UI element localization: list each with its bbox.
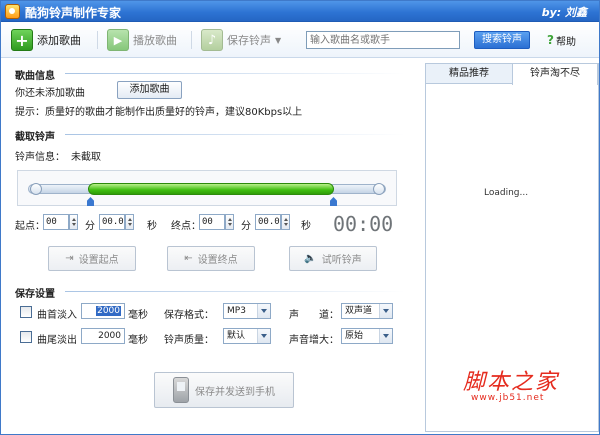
quality-value: 默认 (227, 331, 246, 341)
quality-label: 铃声质量： (164, 335, 214, 346)
channel-select[interactable]: 双声道 (341, 303, 393, 319)
save-settings-heading: 保存设置 (15, 289, 55, 300)
ms-unit: 毫秒 (128, 310, 148, 321)
start-marker-handle[interactable] (87, 197, 94, 206)
toolbar-divider (191, 31, 192, 49)
end-minute-stepper[interactable] (225, 214, 234, 230)
format-select[interactable]: MP3 (223, 303, 271, 319)
add-song-button[interactable]: + 添加歌曲 (11, 29, 81, 51)
set-start-label: 设置起点 (78, 255, 119, 266)
app-logo-icon (5, 4, 20, 19)
section-divider (65, 291, 405, 292)
save-send-phone-button[interactable]: 保存并发送到手机 (154, 372, 294, 408)
app-window: 酷狗铃声制作专家 by: 刘鑫 + 添加歌曲 ▶ 播放歌曲 ♪ 保存铃声 ▼ 搜… (0, 0, 600, 435)
selection-range[interactable] (88, 183, 334, 195)
channel-value: 双声道 (345, 306, 373, 316)
watermark-url: www.jb51.net (471, 393, 545, 403)
speaker-icon: 🔈 (304, 253, 317, 264)
format-label: 保存格式： (164, 310, 214, 321)
save-ringtone-label: 保存铃声 (227, 34, 271, 47)
fade-in-input[interactable]: 2000 (81, 303, 125, 319)
start-minute-input[interactable]: 00 (43, 214, 69, 230)
song-status-text: 你还未添加歌曲 (15, 88, 85, 99)
volume-value: 原始 (345, 331, 364, 341)
fade-in-checkbox[interactable] (20, 306, 32, 318)
fade-out-input[interactable]: 2000 (81, 328, 125, 344)
set-start-button[interactable]: ⇥ 设置起点 (48, 246, 136, 271)
playhead-knob[interactable] (30, 183, 42, 195)
end-second-stepper[interactable] (281, 214, 290, 230)
start-minute-stepper[interactable] (69, 214, 78, 230)
question-mark-icon: ? (547, 33, 554, 47)
set-end-button[interactable]: ⇤ 设置终点 (167, 246, 255, 271)
ringtone-info-label: 铃声信息： (15, 152, 65, 163)
start-label: 起点： (15, 221, 45, 232)
title-bar[interactable]: 酷狗铃声制作专家 by: 刘鑫 (1, 1, 599, 22)
loading-text: Loading... (484, 188, 529, 198)
watermark-logo: 脚本之家 (463, 370, 560, 395)
author-signature: by: 刘鑫 (541, 6, 587, 19)
end-knob[interactable] (373, 183, 385, 195)
window-title: 酷狗铃声制作专家 (25, 6, 122, 20)
minute-unit: 分 (241, 221, 251, 232)
plus-icon: + (11, 29, 33, 51)
toolbar-divider (97, 31, 98, 49)
set-end-label: 设置终点 (197, 255, 238, 266)
music-note-icon: ♪ (201, 29, 223, 51)
play-song-button[interactable]: ▶ 播放歌曲 (107, 29, 177, 51)
format-value: MP3 (227, 306, 246, 316)
section-divider (65, 134, 405, 135)
volume-select[interactable]: 原始 (341, 328, 393, 344)
fade-in-value: 2000 (96, 306, 121, 316)
search-input[interactable] (306, 31, 460, 49)
search-button[interactable]: 搜索铃声 (474, 31, 530, 49)
fade-in-label: 曲首淡入 (37, 310, 77, 321)
chevron-down-icon (257, 329, 270, 343)
start-second-input[interactable]: 00.0 (99, 214, 125, 230)
play-icon: ▶ (107, 29, 129, 51)
set-end-icon: ⇤ (184, 253, 193, 264)
tab-bar: 精品推荐 铃声淘不尽 (426, 64, 598, 85)
cut-slider-panel (17, 170, 397, 206)
channel-label: 声 道： (289, 310, 339, 321)
add-song-label: 添加歌曲 (37, 34, 81, 47)
fade-out-checkbox[interactable] (20, 331, 32, 343)
phone-icon (173, 377, 189, 403)
start-second-stepper[interactable] (125, 214, 134, 230)
save-ringtone-button[interactable]: ♪ 保存铃声 ▼ (201, 29, 281, 51)
ms-unit: 毫秒 (128, 335, 148, 346)
fade-out-label: 曲尾淡出 (37, 335, 77, 346)
time-display: 00:00 (333, 212, 394, 236)
preview-ringtone-button[interactable]: 🔈 试听铃声 (289, 246, 377, 271)
end-second-input[interactable]: 00.0 (255, 214, 281, 230)
section-divider (65, 73, 405, 74)
second-unit: 秒 (301, 221, 311, 232)
add-song-inline-button[interactable]: 添加歌曲 (117, 81, 182, 99)
quality-tip-text: 提示：质量好的歌曲才能制作出质量好的铃声，建议80Kbps以上 (15, 107, 303, 118)
play-song-label: 播放歌曲 (133, 34, 177, 47)
tab-featured[interactable]: 精品推荐 (426, 64, 512, 84)
end-marker-handle[interactable] (330, 197, 337, 206)
ringtone-info-value: 未截取 (71, 152, 101, 163)
save-send-label: 保存并发送到手机 (195, 386, 275, 398)
chevron-down-icon (379, 304, 392, 318)
quality-select[interactable]: 默认 (223, 328, 271, 344)
chevron-down-icon (257, 304, 270, 318)
chevron-down-icon: ▼ (275, 35, 282, 45)
end-label: 终点： (171, 221, 201, 232)
song-info-heading: 歌曲信息 (15, 71, 55, 82)
cut-ringtone-heading: 截取铃声 (15, 132, 55, 143)
set-start-icon: ⇥ (65, 253, 74, 264)
minute-unit: 分 (85, 221, 95, 232)
tab-ringtones[interactable]: 铃声淘不尽 (512, 64, 598, 85)
volume-label: 声音增大： (289, 335, 339, 346)
end-minute-input[interactable]: 00 (199, 214, 225, 230)
help-label: 帮助 (555, 36, 576, 48)
chevron-down-icon (379, 329, 392, 343)
second-unit: 秒 (147, 221, 157, 232)
help-button[interactable]: ? 帮助 (547, 32, 576, 48)
preview-label: 试听铃声 (321, 255, 362, 266)
